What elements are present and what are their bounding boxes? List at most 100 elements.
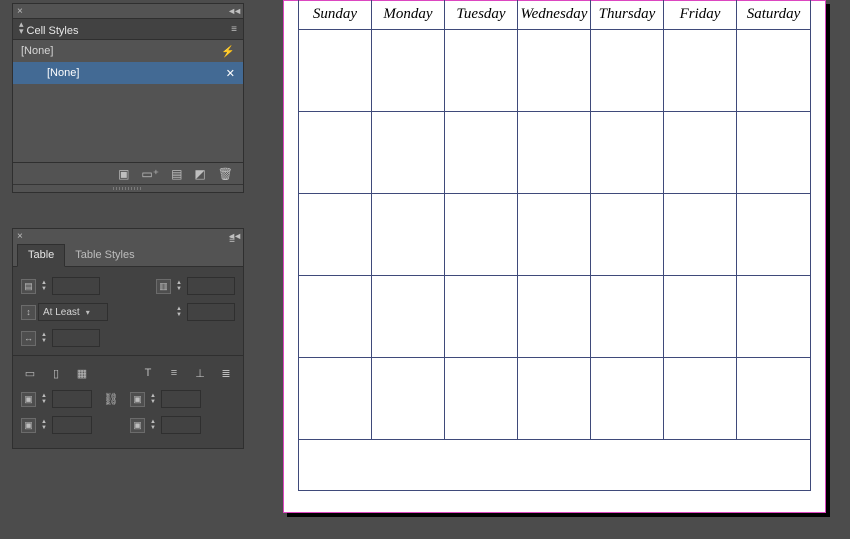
inset-top-field[interactable] (52, 390, 92, 408)
calendar-cell[interactable] (518, 358, 591, 440)
columns-icon: ▥ (156, 279, 171, 294)
document-canvas[interactable]: Sunday Monday Tuesday Wednesday Thursday… (283, 0, 850, 539)
calendar-cell[interactable] (664, 194, 737, 276)
link-insets-icon[interactable]: ⛓ (102, 392, 120, 406)
calendar-cell[interactable] (518, 30, 591, 112)
panel-title: ▴▾Cell Styles (19, 21, 79, 37)
panel-top-bar: × ◄◄ (13, 4, 243, 18)
panel-top-bar: × ◄◄ (13, 229, 243, 243)
col-width-field[interactable] (52, 329, 100, 347)
align-middle-icon[interactable]: ≡ (165, 366, 183, 380)
rows-stepper[interactable]: ▲▼ (38, 277, 50, 295)
day-header[interactable]: Wednesday (518, 0, 591, 29)
align-justify-icon[interactable]: ≣ (217, 366, 235, 380)
new-style-group-icon[interactable]: ▭⁺ (141, 167, 159, 181)
day-header[interactable]: Tuesday (445, 0, 518, 29)
inset-bottom-stepper[interactable]: ▲▼ (38, 416, 50, 434)
calendar-cell[interactable] (664, 276, 737, 358)
calendar-cell[interactable] (372, 194, 445, 276)
style-none-header[interactable]: [None] ⚡ (13, 40, 243, 62)
calendar-cell[interactable] (591, 30, 664, 112)
panel-menu-icon[interactable]: ≡ (229, 235, 235, 246)
calendar-cell[interactable] (445, 30, 518, 112)
calendar-cell[interactable] (518, 112, 591, 194)
day-header[interactable]: Saturday (737, 0, 810, 29)
row-height-stepper[interactable]: ▲▼ (173, 303, 185, 321)
columns-field[interactable] (187, 277, 235, 295)
calendar-cell[interactable] (372, 358, 445, 440)
row-height-mode-dropdown[interactable]: At Least ▾ (38, 303, 108, 321)
calendar-cell[interactable] (445, 358, 518, 440)
collapse-icon[interactable]: ◄◄ (227, 6, 239, 16)
inset-right-stepper[interactable]: ▲▼ (147, 416, 159, 434)
calendar-cell[interactable] (299, 30, 372, 112)
calendar-cell[interactable] (664, 358, 737, 440)
row-height-field[interactable] (187, 303, 235, 321)
calendar-cell[interactable] (518, 194, 591, 276)
inset-left-stepper[interactable]: ▲▼ (147, 390, 159, 408)
calendar-cell[interactable] (737, 30, 810, 112)
day-header[interactable]: Thursday (591, 0, 664, 29)
calendar-cell[interactable] (445, 194, 518, 276)
day-header[interactable]: Sunday (299, 0, 372, 29)
calendar-cell[interactable] (299, 112, 372, 194)
align-top-icon[interactable]: T (139, 366, 157, 380)
write-vertical-icon[interactable]: ▯ (47, 366, 65, 380)
calendar-cell[interactable] (591, 112, 664, 194)
inset-bottom-field[interactable] (52, 416, 92, 434)
calendar-cell[interactable] (445, 112, 518, 194)
day-header[interactable]: Monday (372, 0, 445, 29)
calendar-footer-row[interactable] (298, 440, 811, 491)
write-mixed-icon[interactable]: ▦ (73, 366, 91, 380)
panel-tabs: Table Table Styles ≡ (13, 243, 243, 267)
calendar-cell[interactable] (664, 112, 737, 194)
inset-right-field[interactable] (161, 416, 201, 434)
page[interactable]: Sunday Monday Tuesday Wednesday Thursday… (283, 0, 826, 513)
rows-icon: ▤ (21, 279, 36, 294)
columns-stepper[interactable]: ▲▼ (173, 277, 185, 295)
sort-icon[interactable]: ▴▾ (19, 21, 24, 35)
tab-table[interactable]: Table (17, 244, 65, 267)
day-header[interactable]: Friday (664, 0, 737, 29)
calendar-cell[interactable] (445, 276, 518, 358)
write-horizontal-icon[interactable]: ▭ (21, 366, 39, 380)
calendar-cell[interactable] (372, 30, 445, 112)
calendar-cell[interactable] (737, 358, 810, 440)
close-icon[interactable]: × (17, 231, 23, 242)
calendar-header-row: Sunday Monday Tuesday Wednesday Thursday… (298, 0, 811, 30)
folder-icon[interactable]: ▣ (118, 167, 129, 181)
col-width-stepper[interactable]: ▲▼ (38, 329, 50, 347)
dropdown-value: At Least (43, 307, 80, 318)
calendar-cell[interactable] (737, 194, 810, 276)
trash-icon[interactable]: 🗑 (218, 167, 233, 181)
close-icon[interactable]: × (17, 6, 23, 17)
calendar-table[interactable]: Sunday Monday Tuesday Wednesday Thursday… (298, 0, 811, 491)
calendar-cell[interactable] (664, 30, 737, 112)
calendar-cell[interactable] (591, 358, 664, 440)
panel-menu-icon[interactable]: ≡ (231, 24, 237, 35)
inset-top-stepper[interactable]: ▲▼ (38, 390, 50, 408)
align-bottom-icon[interactable]: ⊥ (191, 366, 209, 380)
style-item-none[interactable]: [None] ✕ (13, 62, 243, 84)
clear-override-icon[interactable]: ◩ (194, 167, 205, 181)
tab-table-styles[interactable]: Table Styles (65, 245, 144, 266)
calendar-cell[interactable] (372, 276, 445, 358)
inset-left-field[interactable] (161, 390, 201, 408)
cell-styles-panel: × ◄◄ ▴▾Cell Styles ≡ [None] ⚡ [None] ✕ ▣… (12, 3, 244, 193)
panel-resize-grip[interactable] (13, 184, 243, 192)
table-panel: × ◄◄ Table Table Styles ≡ ▤ ▲▼ ▥ ▲▼ ↕ (12, 228, 244, 449)
calendar-cell[interactable] (591, 194, 664, 276)
calendar-cell[interactable] (299, 276, 372, 358)
new-style-icon[interactable]: ▤ (171, 167, 182, 181)
calendar-cell[interactable] (299, 358, 372, 440)
style-item-control-icon[interactable]: ✕ (226, 67, 235, 80)
calendar-cell[interactable] (372, 112, 445, 194)
calendar-cell[interactable] (591, 276, 664, 358)
calendar-cell[interactable] (518, 276, 591, 358)
calendar-cell[interactable] (737, 276, 810, 358)
calendar-body (298, 30, 811, 440)
calendar-cell[interactable] (737, 112, 810, 194)
calendar-cell[interactable] (299, 194, 372, 276)
quick-apply-icon[interactable]: ⚡ (221, 45, 235, 58)
rows-field[interactable] (52, 277, 100, 295)
